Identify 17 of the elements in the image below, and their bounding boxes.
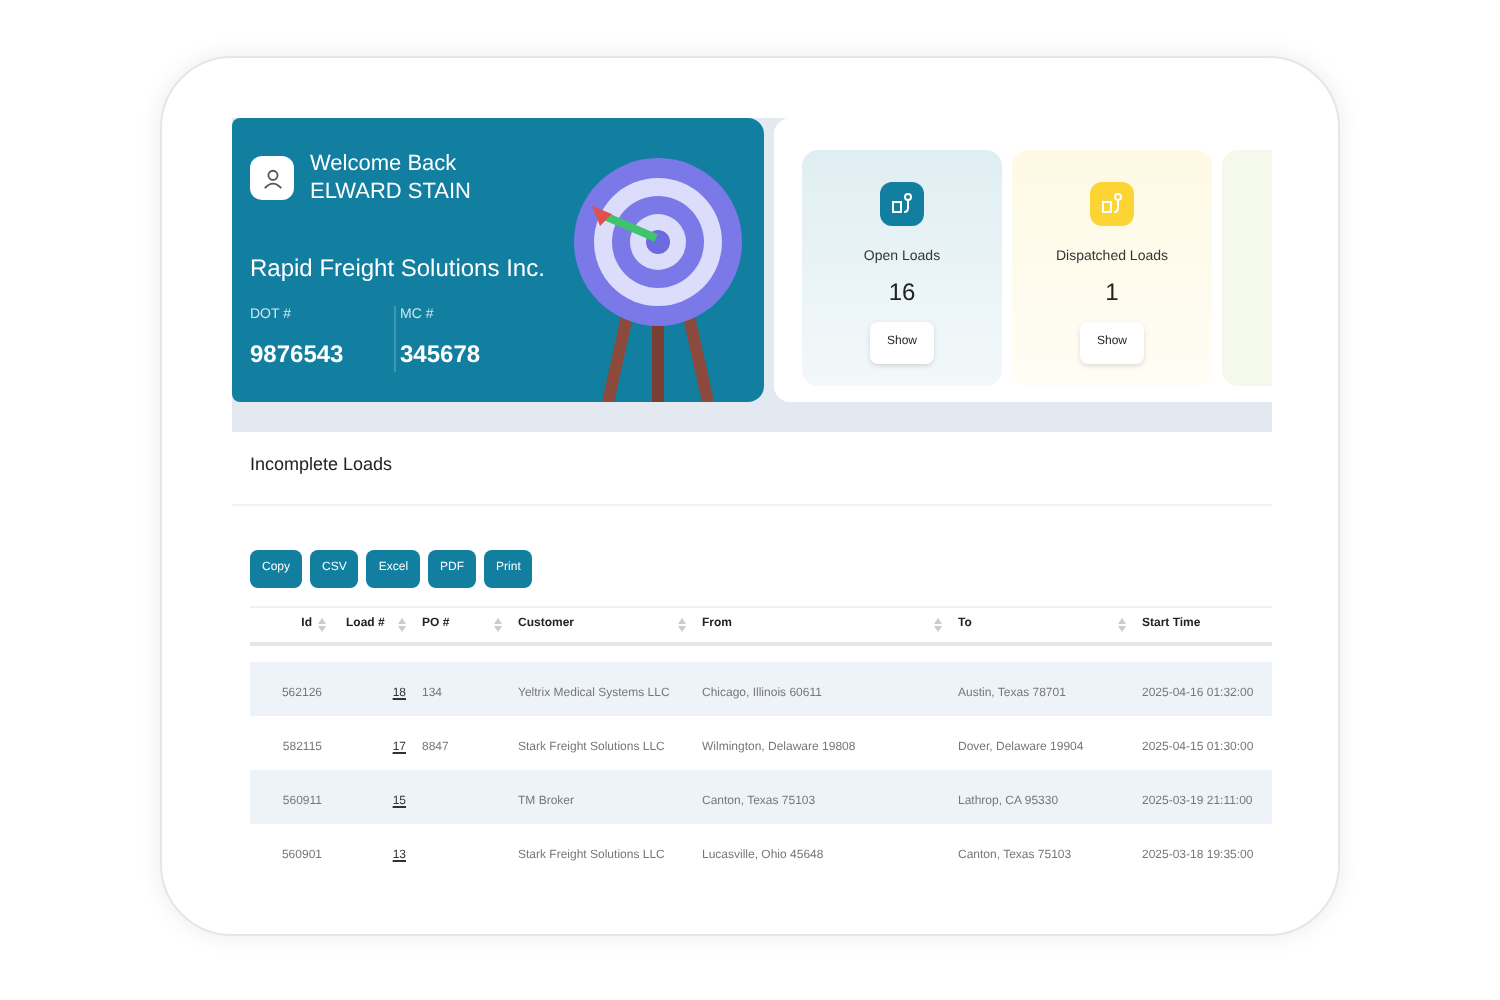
- id-value: 345678: [400, 337, 483, 371]
- sort-icon[interactable]: [678, 617, 686, 631]
- stat-count: 16: [888, 275, 916, 309]
- company-name: Rapid Freight Solutions Inc.: [250, 252, 547, 286]
- user-name: ELWARD STAIN: [310, 178, 471, 206]
- package-icon: [880, 182, 924, 226]
- sort-icon[interactable]: [1118, 617, 1126, 631]
- id-value: 9876543: [250, 337, 346, 371]
- sort-icon[interactable]: [934, 617, 942, 631]
- welcome-text: Welcome Back: [310, 150, 459, 178]
- stat-count: 1: [1105, 275, 1119, 309]
- sort-icon[interactable]: [494, 617, 502, 631]
- sort-icon[interactable]: [398, 617, 406, 631]
- avatar-icon: [250, 156, 294, 200]
- package-icon: [1090, 182, 1134, 226]
- sort-icon[interactable]: [318, 617, 326, 631]
- section-title: Incomplete Loads: [250, 452, 395, 478]
